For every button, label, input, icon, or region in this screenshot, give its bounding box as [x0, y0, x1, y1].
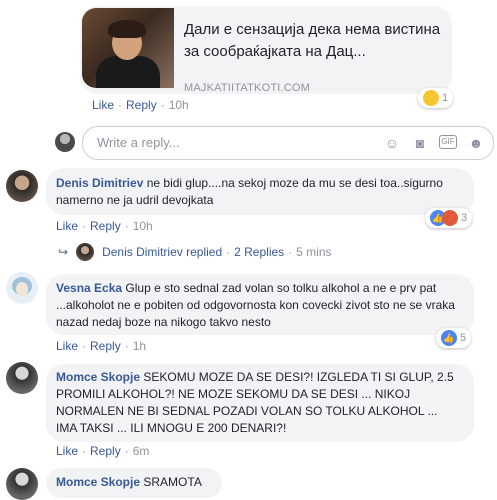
haha-reaction-icon: [423, 90, 439, 106]
link-preview-image: [82, 8, 174, 88]
link-preview-card[interactable]: Дали е сензација дека нема вистина за со…: [80, 6, 452, 94]
comment-author[interactable]: Momce Skopje: [56, 475, 140, 489]
current-user-avatar: [55, 132, 75, 152]
avatar[interactable]: [6, 468, 38, 500]
timestamp[interactable]: 10h: [169, 98, 189, 112]
comment-author[interactable]: Vesna Ecka: [56, 281, 122, 295]
link-preview-domain: MAJKATIITATKOTI.COM: [184, 82, 311, 94]
avatar[interactable]: [6, 170, 38, 202]
reply-link[interactable]: Reply: [90, 339, 121, 353]
timestamp[interactable]: 1h: [133, 339, 146, 353]
replies-count[interactable]: 2 Replies: [234, 245, 284, 259]
view-replies-link[interactable]: ↪ Denis Dimitriev replied · 2 Replies · 5 mi…: [58, 243, 332, 261]
avatar[interactable]: [6, 362, 38, 394]
comment-actions: Like · Reply · 6m: [56, 444, 150, 458]
comment-bubble: Denis Dimitriev ne bidi glup....na sekoj…: [46, 168, 474, 215]
emoji-icon[interactable]: ☺: [383, 135, 401, 151]
comment-text: Momce Skopje SEKOMU MOZE DA SE DESI?! IZ…: [56, 369, 460, 437]
comment-bubble: Momce Skopje SRAMOTA: [46, 468, 222, 498]
comment-actions: Like · Reply · 1h: [56, 339, 147, 353]
angry-reaction-icon: [442, 210, 458, 226]
reaction-count: 3: [461, 212, 468, 224]
comment-body: SRAMOTA: [143, 475, 202, 489]
reaction-count: 5: [460, 332, 467, 344]
like-link[interactable]: Like: [92, 98, 114, 112]
comment-author[interactable]: Denis Dimitriev: [56, 176, 143, 190]
timestamp[interactable]: 10h: [133, 219, 153, 233]
comment-bubble: Vesna Ecka Glup e sto sednal zad volan s…: [46, 274, 474, 335]
reply-link[interactable]: Reply: [90, 219, 121, 233]
avatar[interactable]: [6, 272, 38, 304]
reaction-badge[interactable]: 👍 3: [425, 208, 473, 228]
comment-text: Vesna Ecka Glup e sto sednal zad volan s…: [56, 280, 460, 331]
like-reaction-icon: 👍: [441, 330, 457, 346]
gif-icon[interactable]: GIF: [439, 135, 457, 149]
comment-text: Momce Skopje SRAMOTA: [56, 474, 202, 491]
reply-link[interactable]: Reply: [126, 98, 157, 112]
replied-label: replied: [186, 245, 223, 259]
reply-link[interactable]: Reply: [90, 444, 121, 458]
reply-arrow-icon: ↪: [58, 245, 69, 259]
comment-bubble: Momce Skopje SEKOMU MOZE DA SE DESI?! IZ…: [46, 364, 474, 442]
reaction-badge[interactable]: 👍 5: [436, 328, 472, 348]
comment-actions: Like · Reply · 10h: [56, 219, 153, 233]
link-preview-title[interactable]: Дали е сензација дека нема вистина за со…: [184, 19, 444, 63]
like-link[interactable]: Like: [56, 339, 78, 353]
replies-time: 5 mins: [296, 245, 332, 259]
timestamp[interactable]: 6m: [133, 444, 150, 458]
sticker-icon[interactable]: ☻: [467, 135, 485, 151]
comment-actions: Like · Reply · 10h: [92, 98, 189, 112]
reply-avatar: [76, 243, 95, 261]
like-link[interactable]: Like: [56, 219, 78, 233]
reaction-count: 1: [442, 92, 449, 104]
reply-input-placeholder: Write a reply...: [97, 135, 180, 150]
comment-text: Denis Dimitriev ne bidi glup....na sekoj…: [56, 175, 460, 209]
reaction-badge[interactable]: 1: [418, 88, 454, 108]
camera-icon[interactable]: ◙: [411, 135, 429, 151]
reply-input[interactable]: Write a reply... ☺ ◙ GIF ☻: [82, 126, 494, 160]
reply-author[interactable]: Denis Dimitriev: [102, 245, 183, 259]
like-link[interactable]: Like: [56, 444, 78, 458]
comment-author[interactable]: Momce Skopje: [56, 370, 140, 384]
